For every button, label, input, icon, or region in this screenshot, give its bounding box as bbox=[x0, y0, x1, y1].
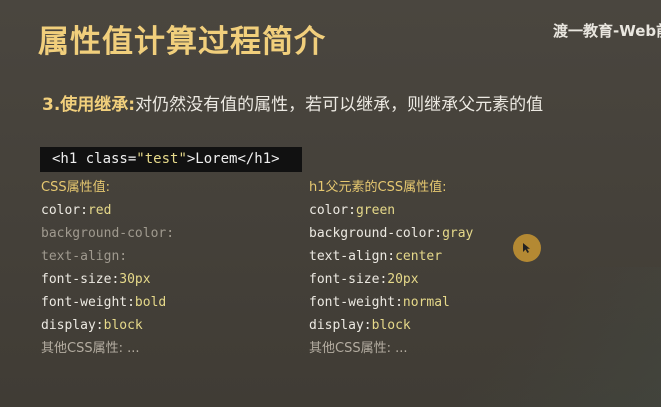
prop-name: text-align: bbox=[309, 249, 396, 264]
parent-css-row: font-weight:normal bbox=[309, 291, 473, 314]
parent-css-heading: h1父元素的CSS属性值: bbox=[309, 180, 447, 195]
prop-value: normal bbox=[402, 295, 450, 310]
code-snippet: <h1 class="test">Lorem</h1> bbox=[40, 147, 302, 172]
own-css-row: color:red bbox=[41, 199, 174, 222]
prop-value: gray bbox=[442, 226, 474, 241]
slide-title: 属性值计算过程简介 bbox=[38, 24, 326, 60]
code-open-tag: <h1 class= bbox=[52, 151, 137, 167]
prop-value: bold bbox=[134, 295, 167, 310]
parent-css-row: font-size:20px bbox=[309, 268, 473, 291]
parent-css-row: color:green bbox=[309, 199, 473, 222]
code-tail: >Lorem</h1> bbox=[186, 151, 280, 167]
slide-subtitle: 3.使用继承:对仍然没有值的属性，若可以继承，则继承父元素的值 bbox=[42, 90, 543, 115]
prop-name: font-weight: bbox=[41, 295, 135, 310]
parent-css-other: 其他CSS属性: ... bbox=[309, 341, 408, 356]
prop-value: 20px bbox=[387, 272, 419, 287]
prop-name: font-size: bbox=[309, 272, 388, 287]
code-attr-value: "test" bbox=[136, 151, 187, 167]
own-css-row: display:block bbox=[41, 314, 174, 337]
parent-css-column: h1父元素的CSS属性值: color:green background-col… bbox=[309, 176, 473, 360]
prop-name: color: bbox=[41, 203, 88, 218]
own-css-heading: CSS属性值: bbox=[41, 180, 110, 195]
prop-name: display: bbox=[309, 318, 372, 333]
prop-name: background-color: bbox=[41, 226, 175, 241]
parent-css-row: background-color:gray bbox=[309, 222, 473, 245]
own-css-column: CSS属性值: color:red background-color: text… bbox=[41, 176, 174, 360]
own-css-row: font-size:30px bbox=[41, 268, 174, 291]
subtitle-accent: 3.使用继承: bbox=[42, 95, 136, 115]
watermark: 渡一教育-Web前 bbox=[553, 22, 661, 40]
prop-name: display: bbox=[41, 318, 104, 333]
pointer-icon bbox=[523, 243, 530, 253]
prop-value: block bbox=[103, 318, 143, 333]
prop-name: text-align: bbox=[41, 249, 128, 264]
own-css-row: font-weight:bold bbox=[41, 291, 174, 314]
own-css-row: text-align: bbox=[41, 245, 174, 268]
subtitle-text: 对仍然没有值的属性，若可以继承，则继承父元素的值 bbox=[135, 95, 544, 115]
prop-value: center bbox=[395, 249, 443, 264]
prop-name: color: bbox=[309, 203, 356, 218]
prop-value: green bbox=[355, 203, 396, 218]
parent-css-row: display:block bbox=[309, 314, 473, 337]
slide: 属性值计算过程简介 渡一教育-Web前 3.使用继承:对仍然没有值的属性，若可以… bbox=[0, 0, 661, 407]
prop-name: background-color: bbox=[309, 226, 443, 241]
prop-name: font-size: bbox=[41, 272, 120, 287]
own-css-row: background-color: bbox=[41, 222, 174, 245]
prop-value: red bbox=[87, 203, 112, 218]
prop-value: block bbox=[371, 318, 411, 333]
own-css-other: 其他CSS属性: ... bbox=[41, 341, 140, 356]
prop-name: font-weight: bbox=[309, 295, 403, 310]
mouse-cursor-highlight bbox=[513, 234, 541, 262]
prop-value: 30px bbox=[119, 272, 151, 287]
parent-css-row: text-align:center bbox=[309, 245, 473, 268]
background-decoration bbox=[441, 267, 661, 407]
